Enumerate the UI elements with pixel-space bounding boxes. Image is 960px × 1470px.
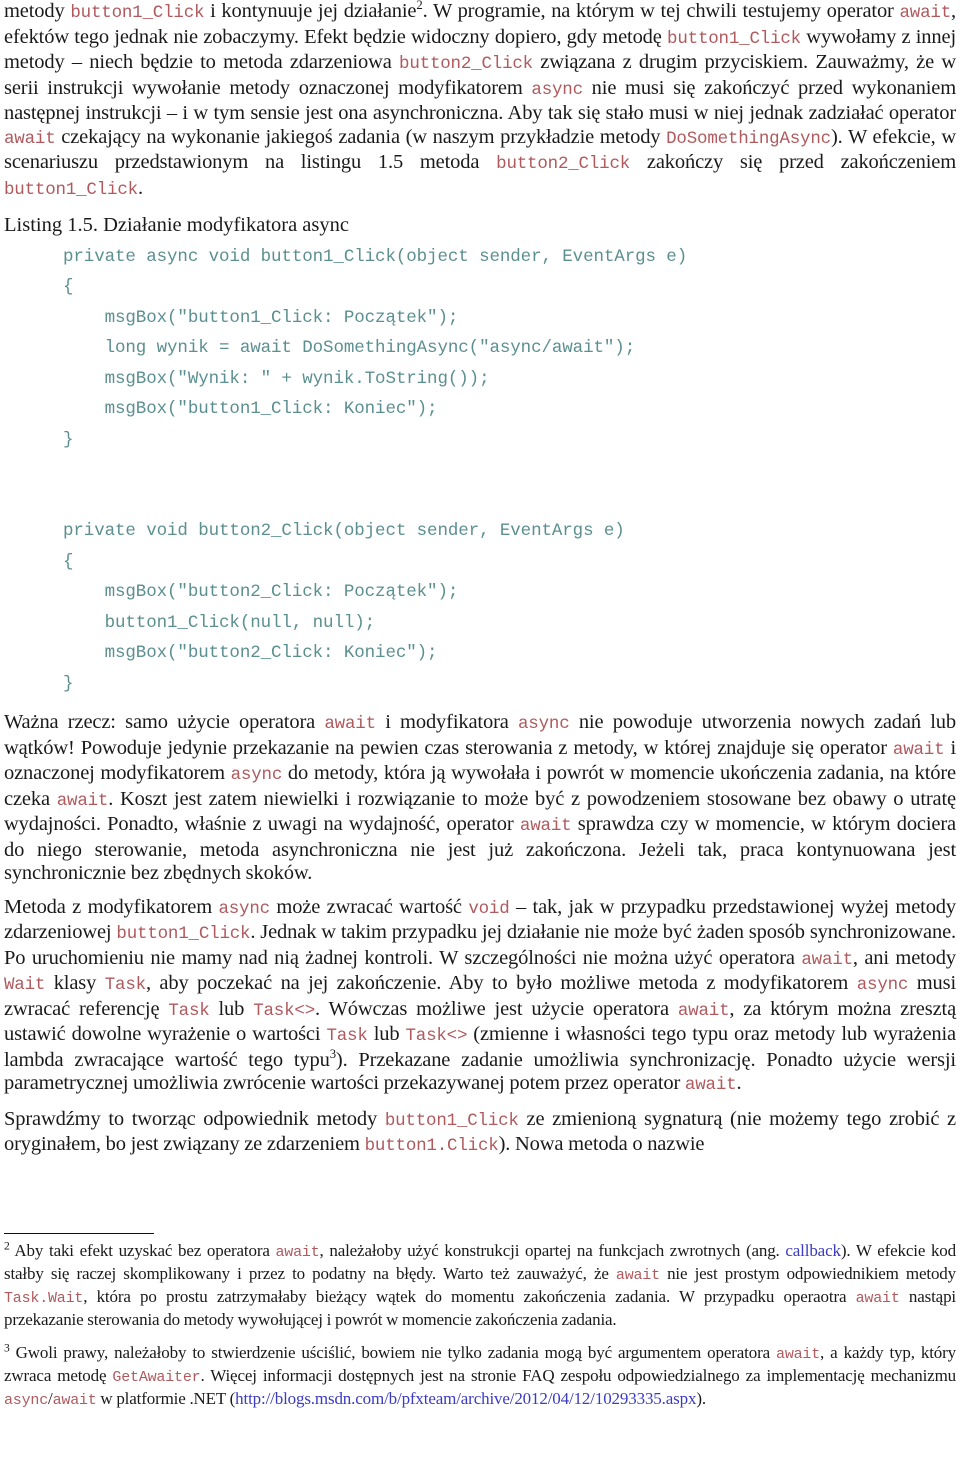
inline-code: DoSomethingAsync: [666, 128, 831, 149]
inline-code: Task<>: [405, 1026, 468, 1046]
text-segment: . Więcej informacji dostępnych jest na s…: [200, 1366, 956, 1385]
code-line: private void button2_Click(object sender…: [63, 521, 625, 541]
code-line: {: [63, 551, 74, 572]
inline-code: button1.Click: [364, 1136, 499, 1156]
code-line: }: [63, 429, 74, 450]
text-segment: i kontynuuje jej działanie: [204, 0, 417, 22]
code-line: private async void button1_Click(object …: [63, 246, 688, 267]
text-segment: .: [137, 176, 143, 199]
text-segment: . Wówczas możliwe jest użycie operatora: [315, 997, 678, 1020]
inline-code: Task: [326, 1026, 368, 1046]
inline-code: Task.Wait: [4, 1290, 84, 1307]
inline-code: await: [776, 1346, 821, 1363]
text-segment: ).: [696, 1389, 706, 1408]
inline-code: Wait: [4, 975, 46, 995]
inline-code: await: [324, 714, 376, 734]
inline-code: button1_Click: [667, 28, 801, 49]
inline-code: button2_Click: [399, 54, 533, 74]
text-segment: Aby taki efekt uzyskać bez operatora: [9, 1241, 276, 1260]
text-segment: nie jest prostym odpowiednikiem metody: [659, 1264, 956, 1283]
inline-code: await: [519, 816, 572, 836]
inline-code: async: [230, 765, 283, 785]
text-segment: , należałoby użyć konstrukcji opartej na…: [319, 1241, 786, 1260]
text-segment: lub: [367, 1023, 406, 1045]
code-line: {: [63, 277, 74, 297]
paragraph-1: metody button1_Click i kontynuuje jej dz…: [0, 0, 960, 202]
inline-code: button1_Click: [70, 3, 205, 23]
text-segment: ). Nowa metoda o nazwie: [498, 1133, 705, 1155]
paragraph-4: Sprawdźmy to tworząc odpowiednik metody …: [0, 1108, 960, 1159]
text-segment: zakończy się przed zakończeniem: [630, 151, 956, 173]
text-segment: .: [736, 1072, 742, 1094]
footnote-2: 2 Aby taki efekt uzyskać bez operatora a…: [0, 1240, 960, 1330]
text-segment: czekający na wykonanie jakiegoś zadania …: [55, 125, 667, 148]
inline-code: async: [218, 898, 270, 919]
text-segment: klasy: [45, 972, 105, 994]
text-segment: i modyfikatora: [375, 711, 518, 733]
text-segment: Sprawdźmy to tworząc odpowiednik metody: [4, 1107, 385, 1130]
text-segment: metody: [4, 0, 71, 22]
inline-code: await: [275, 1244, 320, 1261]
code-line: }: [63, 673, 74, 694]
text-segment: , która po prostu zatrzymałaby bieżący w…: [83, 1287, 856, 1306]
code-line: msgBox("button1_Click: Początek");: [63, 307, 459, 328]
inline-code: await: [855, 1290, 900, 1307]
inline-code: await: [615, 1267, 660, 1284]
inline-code: await: [56, 790, 109, 811]
inline-code: Task: [168, 1000, 210, 1021]
inline-code: void: [468, 898, 510, 919]
text-segment: może zwracać wartość: [269, 895, 469, 918]
text-segment: Gwoli prawy, należałoby to stwierdzenie …: [9, 1343, 777, 1362]
inline-code: Task<>: [253, 1000, 315, 1021]
code-line: msgBox("button2_Click: Początek");: [63, 582, 459, 602]
inline-code: async: [518, 714, 570, 734]
inline-code: button2_Click: [496, 154, 631, 174]
inline-code: button1_Click: [4, 179, 138, 200]
inline-code: async: [4, 1392, 49, 1409]
inline-code: button1_Click: [116, 924, 251, 944]
text-segment: . W programie, na którym w tej chwili te…: [422, 0, 900, 22]
text-segment: , ani metody: [852, 946, 956, 969]
inline-code: async: [531, 79, 583, 100]
inline-code: button1_Click: [384, 1110, 519, 1131]
inline-code: Task: [104, 975, 146, 995]
term-callback[interactable]: callback: [785, 1241, 841, 1260]
paragraph-3: Metoda z modyfikatorem async może zwraca…: [0, 896, 960, 1098]
text-segment: Metoda z modyfikatorem: [4, 895, 219, 918]
paragraph-2: Ważna rzecz: samo użycie operatora await…: [0, 711, 960, 886]
text-segment: , aby poczekać na jej zakończenie. Aby t…: [145, 972, 857, 994]
inline-code: await: [52, 1392, 97, 1409]
text-segment: lub: [209, 997, 254, 1020]
listing-caption: Listing 1.5. Działanie modyfikatora asyn…: [4, 214, 349, 236]
inline-code: await: [4, 128, 56, 149]
text-segment: w platformie .NET (: [96, 1389, 236, 1408]
document-page: metody button1_Click i kontynuuje jej dz…: [0, 0, 960, 1470]
footnote-area: 2 Aby taki efekt uzyskać bez operatora a…: [0, 1233, 960, 1423]
code-line: msgBox("Wynik: " + wynik.ToString());: [63, 368, 490, 389]
footnote-3: 3 Gwoli prawy, należałoby to stwierdzeni…: [0, 1342, 960, 1411]
inline-code: async: [856, 975, 909, 995]
inline-code: await: [892, 739, 945, 760]
code-line: long wynik = await DoSomethingAsync("asy…: [63, 338, 636, 358]
footnote-separator: [4, 1233, 154, 1234]
inline-code: await: [684, 1075, 737, 1095]
code-line: msgBox("button1_Click: Koniec");: [63, 399, 438, 419]
inline-code: await: [899, 3, 952, 23]
code-listing: private async void button1_Click(object …: [0, 242, 960, 700]
msdn-url-link[interactable]: http://blogs.msdn.com/b/pfxteam/archive/…: [235, 1389, 696, 1408]
inline-code: GetAwaiter: [112, 1369, 201, 1386]
code-line: button1_Click(null, null);: [63, 612, 376, 633]
text-segment: Ważna rzecz: samo użycie operatora: [4, 711, 325, 733]
inline-code: await: [677, 1000, 730, 1021]
code-line: msgBox("button2_Click: Koniec");: [63, 643, 438, 663]
inline-code: await: [801, 949, 853, 970]
